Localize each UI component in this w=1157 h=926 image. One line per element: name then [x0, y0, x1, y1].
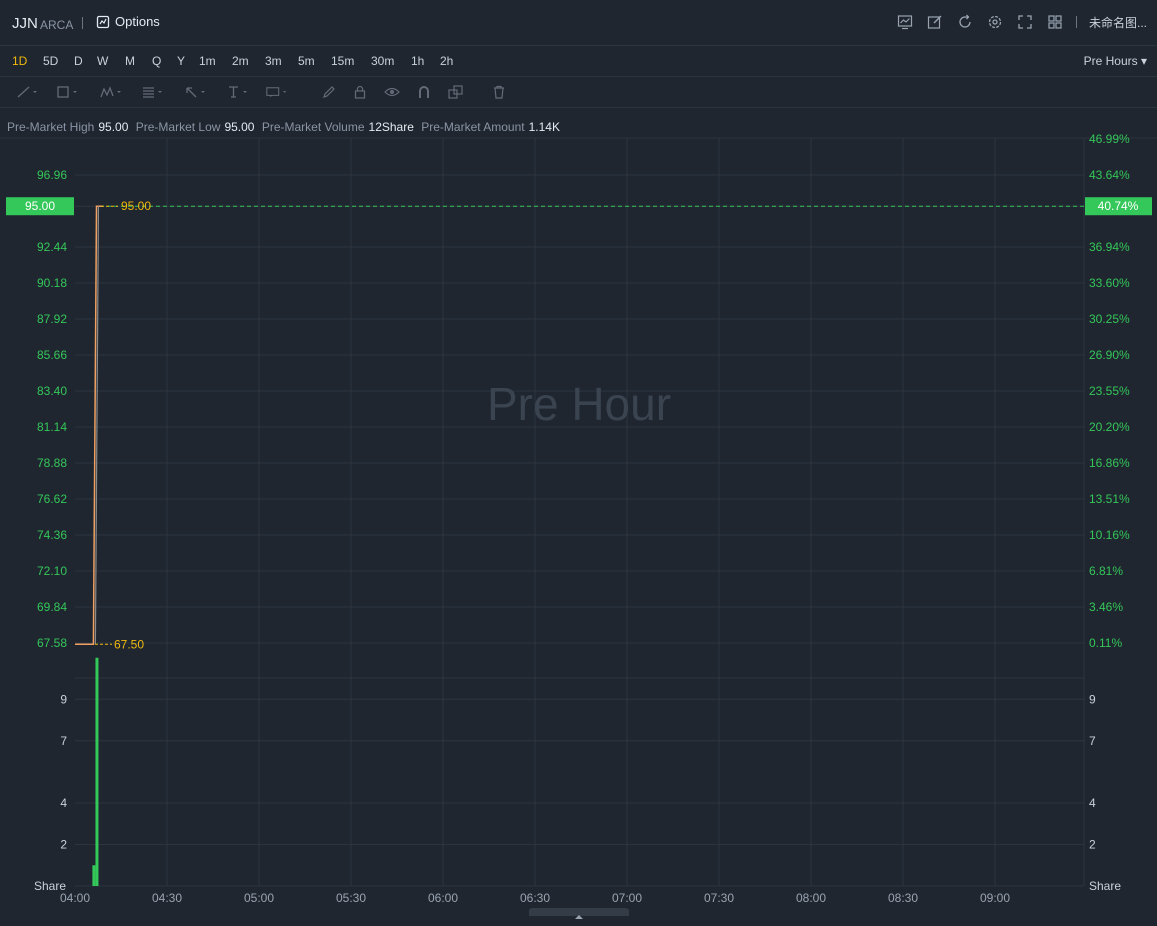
y-tick-label: 72.10	[37, 564, 67, 578]
x-tick-label: 05:30	[336, 891, 366, 905]
panel-toggle-handle[interactable]	[529, 908, 629, 919]
volume-unit-label: Share	[1089, 879, 1121, 893]
y-tick-percent-label: 0.11%	[1089, 636, 1122, 650]
volume-y-tick-label: 9	[1089, 692, 1096, 706]
x-tick-label: 04:30	[152, 891, 182, 905]
y-tick-label: 67.58	[37, 636, 67, 650]
y-tick-label: 92.44	[37, 240, 67, 254]
y-tick-percent-label: 36.94%	[1089, 240, 1130, 254]
y-tick-percent-label: 46.99%	[1089, 132, 1130, 146]
volume-y-tick-label: 7	[60, 734, 67, 748]
y-tick-label: 90.18	[37, 276, 67, 290]
y-tick-label: 81.14	[37, 420, 67, 434]
y-tick-label: 69.84	[37, 600, 67, 614]
volume-y-tick-label: 7	[1089, 734, 1096, 748]
y-tick-percent-label: 30.25%	[1089, 312, 1130, 326]
y-tick-percent-label: 3.46%	[1089, 600, 1123, 614]
y-tick-percent-label: 13.51%	[1089, 492, 1130, 506]
y-tick-percent-label: 33.60%	[1089, 276, 1130, 290]
volume-y-tick-label: 9	[60, 692, 67, 706]
y-tick-percent-label: 6.81%	[1089, 564, 1123, 578]
volume-bar	[92, 865, 96, 886]
low-annotation-label: 67.50	[114, 637, 144, 651]
y-tick-percent-label: 26.90%	[1089, 348, 1130, 362]
y-tick-percent-label: 43.64%	[1089, 168, 1130, 182]
volume-bar	[95, 657, 99, 886]
chart-watermark: Pre Hour	[487, 378, 671, 430]
current-price-badge-label: 95.00	[25, 199, 55, 213]
x-tick-label: 04:00	[60, 891, 90, 905]
y-tick-percent-label: 23.55%	[1089, 384, 1130, 398]
x-tick-label: 05:00	[244, 891, 274, 905]
volume-y-tick-label: 2	[60, 838, 67, 852]
y-tick-percent-label: 16.86%	[1089, 456, 1130, 470]
price-chart[interactable]: 04:00 04:30 05:00 05:30 06:00 06:30 07:00 07:30…	[0, 0, 1157, 916]
y-tick-label: 96.96	[37, 168, 67, 182]
volume-y-tick-label: 4	[1089, 796, 1096, 810]
x-tick-label: 06:30	[520, 891, 550, 905]
y-tick-label: 76.62	[37, 492, 67, 506]
high-annotation-label: 95.00	[121, 199, 151, 213]
y-tick-percent-label: 20.20%	[1089, 420, 1130, 434]
volume-y-tick-label: 4	[60, 796, 67, 810]
current-percent-badge-label: 40.74%	[1098, 199, 1139, 213]
y-tick-label: 85.66	[37, 348, 67, 362]
y-tick-label: 78.88	[37, 456, 67, 470]
x-tick-label: 08:30	[888, 891, 918, 905]
volume-unit-label: Share	[34, 879, 66, 893]
x-tick-label: 07:00	[612, 891, 642, 905]
y-tick-label: 83.40	[37, 384, 67, 398]
x-tick-label: 08:00	[796, 891, 826, 905]
y-tick-label: 87.92	[37, 312, 67, 326]
y-tick-label: 74.36	[37, 528, 67, 542]
x-tick-label: 09:00	[980, 891, 1010, 905]
y-tick-percent-label: 10.16%	[1089, 528, 1130, 542]
volume-y-tick-label: 2	[1089, 838, 1096, 852]
x-tick-label: 07:30	[704, 891, 734, 905]
x-tick-label: 06:00	[428, 891, 458, 905]
